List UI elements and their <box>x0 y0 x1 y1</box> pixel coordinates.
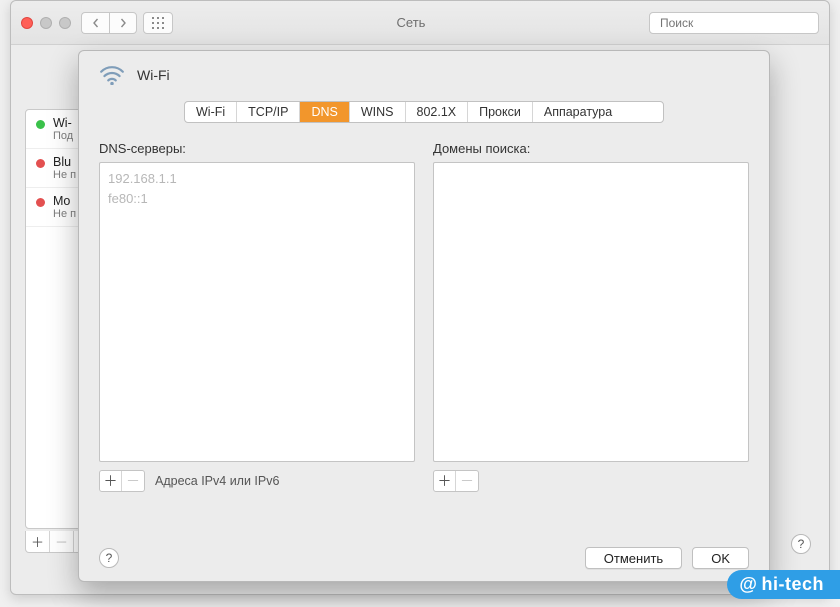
close-window-button[interactable] <box>21 17 33 29</box>
tab-dns[interactable]: DNS <box>300 102 349 122</box>
search-domains-label: Домены поиска: <box>433 141 749 156</box>
search-domains-column: Домены поиска: ＋ － <box>433 141 749 492</box>
sidebar-item-sublabel: Не п <box>53 208 76 220</box>
sidebar-item-label: Mo <box>53 194 76 208</box>
grid-icon <box>152 17 164 29</box>
add-service-button[interactable]: ＋ <box>26 531 50 552</box>
search-input[interactable] <box>660 16 815 30</box>
add-dns-button[interactable]: ＋ <box>100 471 122 491</box>
sidebar-item-sublabel: Под <box>53 130 73 142</box>
show-all-button[interactable] <box>143 12 173 34</box>
tab-8021x[interactable]: 802.1X <box>406 102 469 122</box>
tab-proxy[interactable]: Прокси <box>468 102 533 122</box>
forward-button[interactable] <box>109 12 137 34</box>
titlebar: Сеть <box>11 1 829 45</box>
watermark: @ hi-tech <box>727 570 840 599</box>
dns-servers-column: DNS-серверы: 192.168.1.1 fe80::1 ＋ － Адр… <box>99 141 415 492</box>
cancel-button[interactable]: Отменить <box>585 547 682 569</box>
tab-hardware[interactable]: Аппаратура <box>533 102 623 122</box>
search-domains-list[interactable] <box>433 162 749 462</box>
traffic-lights <box>21 17 71 29</box>
sidebar-item-label: Wi- <box>53 116 73 130</box>
dns-columns: DNS-серверы: 192.168.1.1 fe80::1 ＋ － Адр… <box>79 123 769 492</box>
tab-tcpip[interactable]: TCP/IP <box>237 102 300 122</box>
remove-dns-button[interactable]: － <box>122 471 144 491</box>
sheet-footer: ? Отменить OK <box>99 547 749 569</box>
sheet-header: Wi-Fi <box>79 51 769 95</box>
wifi-advanced-sheet: Wi-Fi Wi-Fi TCP/IP DNS WINS 802.1X Прокс… <box>78 50 770 582</box>
dns-servers-list[interactable]: 192.168.1.1 fe80::1 <box>99 162 415 462</box>
dns-entry[interactable]: 192.168.1.1 <box>108 169 406 189</box>
chevron-left-icon <box>91 18 101 28</box>
ok-button[interactable]: OK <box>692 547 749 569</box>
sidebar-item-label: Blu <box>53 155 76 169</box>
at-icon: @ <box>739 574 757 595</box>
dns-list-footer: ＋ － Адреса IPv4 или IPv6 <box>99 470 415 492</box>
help-button[interactable]: ? <box>791 534 811 554</box>
sheet-title: Wi-Fi <box>137 67 170 83</box>
status-dot-icon <box>36 198 45 207</box>
dns-servers-label: DNS-серверы: <box>99 141 415 156</box>
status-dot-icon <box>36 159 45 168</box>
minimize-window-button[interactable] <box>40 17 52 29</box>
remove-service-button[interactable]: － <box>50 531 74 552</box>
status-dot-icon <box>36 120 45 129</box>
search-field[interactable] <box>649 12 819 34</box>
domains-plus-minus: ＋ － <box>433 470 479 492</box>
watermark-text: hi-tech <box>761 574 824 595</box>
chevron-right-icon <box>118 18 128 28</box>
wifi-icon <box>99 65 125 85</box>
sheet-help-button[interactable]: ? <box>99 548 119 568</box>
dns-hint: Адреса IPv4 или IPv6 <box>155 474 279 488</box>
domains-list-footer: ＋ － <box>433 470 749 492</box>
tab-wifi[interactable]: Wi-Fi <box>185 102 237 122</box>
dns-entry[interactable]: fe80::1 <box>108 189 406 209</box>
window-title: Сеть <box>173 15 649 30</box>
sidebar-item-sublabel: Не п <box>53 169 76 181</box>
remove-domain-button[interactable]: － <box>456 471 478 491</box>
back-button[interactable] <box>81 12 109 34</box>
zoom-window-button[interactable] <box>59 17 71 29</box>
tab-bar: Wi-Fi TCP/IP DNS WINS 802.1X Прокси Аппа… <box>184 101 664 123</box>
add-domain-button[interactable]: ＋ <box>434 471 456 491</box>
dns-plus-minus: ＋ － <box>99 470 145 492</box>
nav-buttons <box>81 12 137 34</box>
tab-wins[interactable]: WINS <box>350 102 406 122</box>
